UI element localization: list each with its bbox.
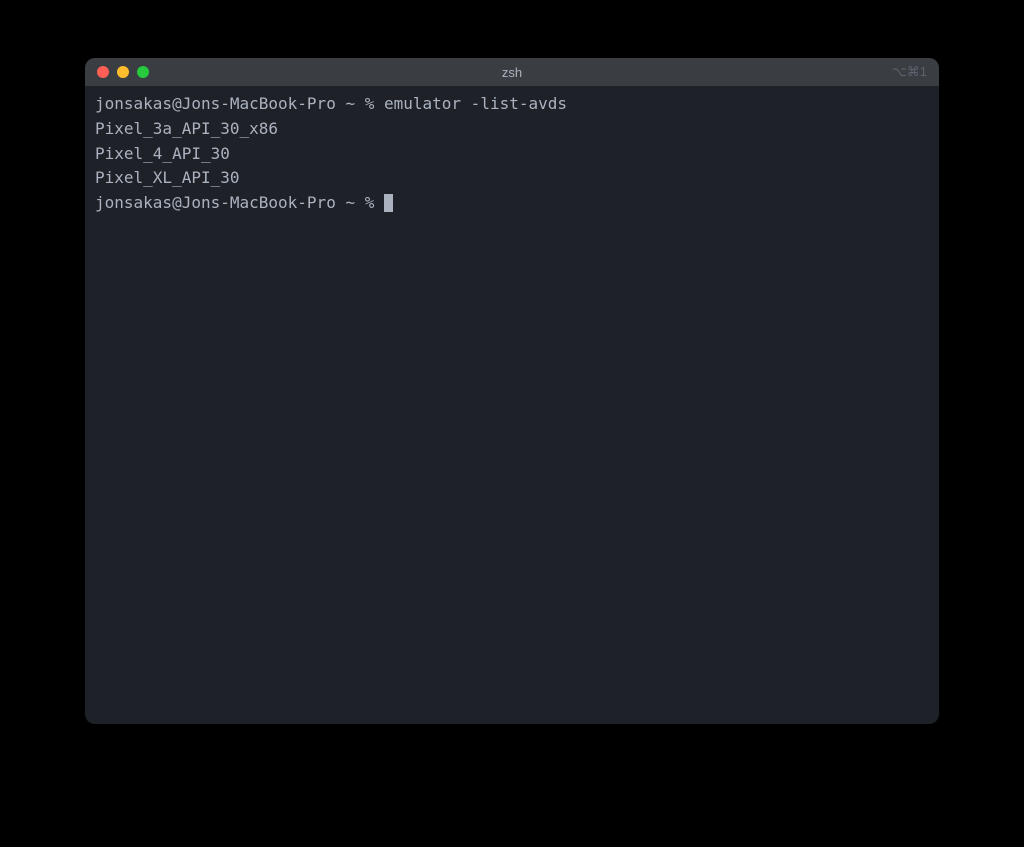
prompt-line: jonsakas@Jons-MacBook-Pro ~ % bbox=[95, 191, 929, 216]
prompt-text: jonsakas@Jons-MacBook-Pro ~ % bbox=[95, 191, 384, 216]
output-line: Pixel_XL_API_30 bbox=[95, 166, 929, 191]
cursor-icon bbox=[384, 194, 393, 212]
minimize-icon[interactable] bbox=[117, 66, 129, 78]
command-text: emulator -list-avds bbox=[384, 94, 567, 113]
terminal-window: zsh ⌥⌘1 jonsakas@Jons-MacBook-Pro ~ % em… bbox=[85, 58, 939, 724]
terminal-content[interactable]: jonsakas@Jons-MacBook-Pro ~ % emulator -… bbox=[85, 86, 939, 222]
close-icon[interactable] bbox=[97, 66, 109, 78]
zoom-icon[interactable] bbox=[137, 66, 149, 78]
output-line: Pixel_3a_API_30_x86 bbox=[95, 117, 929, 142]
prompt-text: jonsakas@Jons-MacBook-Pro ~ % bbox=[95, 94, 384, 113]
output-line: Pixel_4_API_30 bbox=[95, 142, 929, 167]
window-title: zsh bbox=[502, 65, 522, 80]
window-shortcut-hint: ⌥⌘1 bbox=[892, 64, 927, 80]
traffic-lights bbox=[97, 66, 149, 78]
titlebar: zsh ⌥⌘1 bbox=[85, 58, 939, 86]
command-line: jonsakas@Jons-MacBook-Pro ~ % emulator -… bbox=[95, 92, 929, 117]
